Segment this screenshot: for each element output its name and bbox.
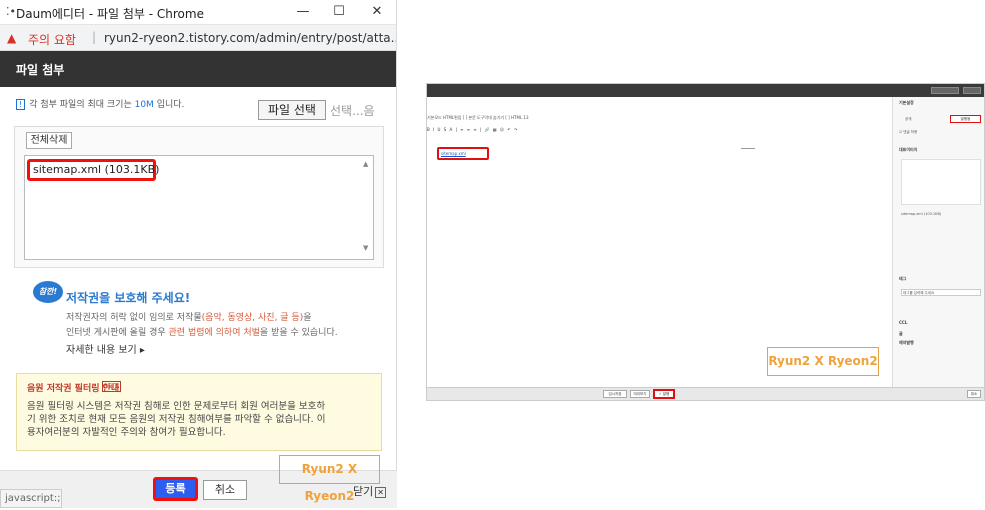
- minimize-button[interactable]: —: [292, 3, 314, 21]
- copyright-text: 을 받을 수 있습니다.: [259, 328, 338, 338]
- cancel-button[interactable]: 취소: [203, 480, 247, 500]
- beta-badge: BETA: [102, 381, 122, 392]
- temp-save-button[interactable]: 임시저장: [603, 390, 627, 398]
- side-section-schedule[interactable]: 예약발행: [899, 340, 914, 346]
- address-separator: |: [92, 30, 97, 44]
- warning-icon: ▲: [7, 31, 17, 45]
- side-section-post[interactable]: 글: [899, 331, 903, 337]
- watermark: Ryun2 X Ryeon2: [279, 455, 380, 503]
- scroll-down-icon[interactable]: ▼: [363, 244, 368, 252]
- file-list-item[interactable]: sitemap.xml (103.1KB): [27, 159, 159, 181]
- editor-toolbar[interactable]: B I U S A | ≡ ≡ ≡ | 🔗 ▦ ☺ ↶ ↷: [427, 127, 518, 132]
- copyright-title: 저작권을 보호해 주세요!: [66, 291, 191, 305]
- attachment-link[interactable]: sitemap.xml: [437, 147, 489, 160]
- window-title: Daum에디터 - 파일 첨부 - Chrome: [16, 7, 204, 21]
- editor-top-button[interactable]: [963, 87, 981, 94]
- address-bar[interactable]: ▲ 주의 요함 | ryun2-ryeon2.tistory.com/admin…: [0, 25, 396, 51]
- watermark: Ryun2 X Ryeon2: [767, 347, 879, 376]
- notice-badge-icon: 참깐!: [33, 281, 63, 303]
- popup-header: 파일 첨부: [0, 51, 396, 87]
- security-warning[interactable]: 주의 요함: [28, 31, 76, 48]
- url-text[interactable]: ryun2-ryeon2.tistory.com/admin/entry/pos…: [104, 31, 396, 45]
- notice-line-2: 기 위한 조치로 현재 모든 음원의 저작권 침해여부를 파악할 수 없습니다.…: [27, 414, 326, 425]
- editor-cancel-button[interactable]: 취소: [967, 390, 981, 398]
- file-status-text: 선택...음: [330, 104, 375, 118]
- editor-top-button[interactable]: [931, 87, 959, 94]
- publish-button[interactable]: ✓ 발행: [653, 389, 675, 399]
- editor-screenshot: 기본모드 HTML편집 [ ] 본문 도구막대 숨기기 [ ] HTML 13 …: [426, 83, 985, 401]
- side-file-caption: sitemap.xml (103.1KB): [901, 212, 942, 216]
- side-section-image: 대표이미지: [899, 147, 918, 152]
- close-link[interactable]: 닫기 ✕: [353, 483, 386, 499]
- copyright-text: 저작권자의 허락 없이 임의로 저작물: [66, 313, 202, 323]
- scroll-up-icon[interactable]: ▲: [363, 160, 368, 168]
- side-public-option[interactable]: 공개: [905, 117, 911, 122]
- allow-comments-checkbox[interactable]: ☑ 댓글 허용: [899, 130, 917, 135]
- side-section-basic: 기본설정: [899, 100, 914, 105]
- more-details-link[interactable]: 자세한 내용 보기 ▸: [66, 341, 145, 356]
- notice-line-1: 음원 필터링 시스템은 저작권 침해로 인한 문제로부터 회원 여러분을 보호하: [27, 401, 326, 412]
- close-window-button[interactable]: ✕: [366, 3, 388, 21]
- copyright-text: 인터넷 게시판에 올릴 경우: [66, 328, 169, 338]
- info-text-end: 입니다.: [153, 100, 185, 110]
- copyright-line-2: 인터넷 게시판에 올릴 경우 관련 법령에 의하여 처벌을 받을 수 있습니다.: [66, 325, 338, 338]
- tag-placeholder: 태그를 입력해 주세요: [903, 291, 935, 295]
- window-titlebar: ⁚• Daum에디터 - 파일 첨부 - Chrome — ☐ ✕: [0, 0, 396, 25]
- choose-file-button[interactable]: 파일 선택: [258, 100, 326, 120]
- side-section-tags: 태그: [899, 276, 907, 281]
- info-icon: !: [16, 99, 26, 110]
- delete-all-button[interactable]: 전체삭제: [26, 132, 72, 149]
- daum-logo-icon: ⁚•: [6, 5, 16, 18]
- editor-mode-tabs[interactable]: 기본모드 HTML편집 [ ] 본문 도구막대 숨기기 [ ] HTML 13: [427, 115, 529, 121]
- copyright-line-1: 저작권자의 허락 없이 임의로 저작물(음악, 동영상, 사진, 글 등)을: [66, 310, 312, 323]
- side-section-ccl[interactable]: CCL: [899, 320, 907, 325]
- copyright-text: 을: [303, 313, 312, 323]
- maximize-button[interactable]: ☐: [328, 3, 350, 21]
- submit-button[interactable]: 등록: [153, 477, 198, 501]
- notice-line-3: 용자여러분의 자발적인 주의와 참여가 필요합니다.: [27, 427, 226, 438]
- popup-title: 파일 첨부: [16, 63, 65, 77]
- publish-status-button[interactable]: 발행됨: [950, 115, 981, 123]
- law-link[interactable]: 관련 법령에 의하여 처벌: [169, 328, 260, 338]
- works-link[interactable]: (음악, 동영상, 사진, 글 등): [202, 313, 304, 323]
- editor-bottom-bar: [427, 387, 984, 400]
- editor-line: [741, 148, 755, 149]
- representative-image[interactable]: [901, 159, 981, 205]
- preview-button[interactable]: 미리보기: [630, 390, 650, 398]
- editor-top-bar: [427, 84, 984, 97]
- max-size-value: 10M: [134, 100, 154, 110]
- info-text: 각 첨부 파일의 최대 크기는: [29, 100, 135, 110]
- close-icon[interactable]: ✕: [375, 487, 386, 498]
- max-size-info: ! 각 첨부 파일의 최대 크기는 10M 입니다.: [16, 97, 184, 110]
- close-label[interactable]: 닫기: [353, 485, 373, 498]
- status-bar: javascript:;: [0, 489, 62, 508]
